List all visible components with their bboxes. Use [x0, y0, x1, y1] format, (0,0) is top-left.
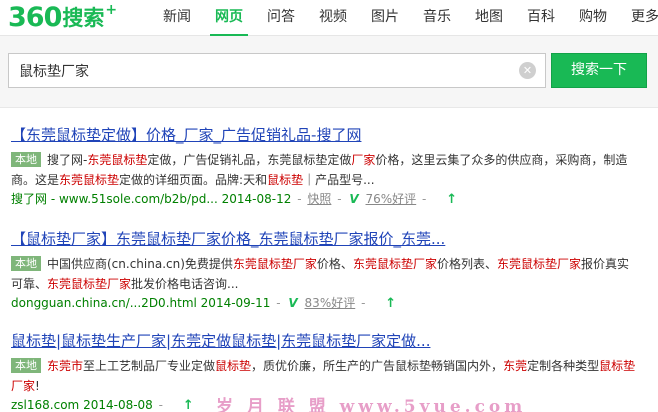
text-fragment: !: [35, 379, 40, 393]
result-date: 2014-09-11: [200, 296, 271, 310]
keyword-highlight: 厂家: [351, 153, 376, 167]
tab-5[interactable]: 音乐: [411, 0, 463, 36]
result-url-tail[interactable]: 168.com: [27, 398, 79, 412]
meta-separator: -: [422, 192, 427, 206]
local-badge: 本地: [11, 256, 41, 271]
result-meta: dongguan.china.cn/...2D0.html 2014-09-11…: [11, 294, 640, 313]
result-url[interactable]: 搜了网 - www.51sole.com/b2b/pd...: [11, 192, 218, 206]
text-fragment: 东莞鼠标垫定做: [26, 126, 132, 144]
text-fragment: 】价格_厂家_广告促销礼品-搜了网: [131, 126, 362, 144]
search-box: ✕: [8, 53, 546, 88]
result-url[interactable]: zsl: [11, 398, 27, 412]
result-meta: 搜了网 - www.51sole.com/b2b/pd... 2014-08-1…: [11, 190, 640, 209]
keyword-highlight: 东莞鼠标垫厂家: [47, 277, 132, 291]
snapshot-link[interactable]: 快照: [307, 192, 331, 206]
text-fragment: ，质优价廉，所生产的广告鼠标垫畅销国内外，: [251, 359, 504, 373]
result-title-link[interactable]: 【东莞鼠标垫定做】价格_厂家_广告促销礼品-搜了网: [11, 124, 640, 146]
text-fragment: 价格列表、: [436, 257, 497, 271]
tab-3[interactable]: 视频: [307, 0, 359, 36]
snippet-text: 搜了网-东莞鼠标垫定做，广告促销礼品，东莞鼠标垫定做厂家价格，这里云集了众多的供…: [11, 153, 627, 187]
tab-8[interactable]: 购物: [567, 0, 619, 36]
text-fragment: 【: [11, 126, 27, 144]
result-snippet: 本地 中国供应商(cn.china.cn)免费提供东莞鼠标垫厂家价格、东莞鼠标垫厂…: [11, 254, 640, 294]
keyword-highlight: 东莞市: [47, 359, 84, 373]
meta-separator: -: [361, 296, 366, 310]
tab-0[interactable]: 新闻: [151, 0, 203, 36]
text-fragment: 【鼠标垫厂家】东莞鼠标垫厂家价格_东莞鼠标垫厂家报价_东莞...: [11, 230, 446, 248]
search-bar-area: ✕ 搜索一下: [0, 36, 658, 108]
tab-1[interactable]: 网页: [203, 0, 255, 37]
result-snippet: 本地 东莞市至上工艺制品厂专业定做鼠标垫，质优价廉，所生产的广告鼠标垫畅销国内外，…: [11, 356, 640, 396]
result-date: 2014-08-12: [221, 192, 292, 206]
text-fragment: 搜了网-: [47, 153, 88, 167]
keyword-highlight: 东莞: [503, 359, 528, 373]
text-fragment: 批发价格电话咨询...: [131, 277, 239, 291]
tab-6[interactable]: 地图: [463, 0, 515, 36]
clear-icon[interactable]: ✕: [519, 62, 536, 79]
search-button[interactable]: 搜索一下: [551, 53, 647, 88]
text-fragment: 定做的详细页面。品牌:天和: [119, 173, 268, 187]
upvote-arrow-icon[interactable]: ↑: [385, 295, 396, 313]
keyword-highlight: 鼠标垫: [215, 359, 252, 373]
tab-4[interactable]: 图片: [359, 0, 411, 36]
top-navigation-bar: 360 搜索 + 新闻 网页 问答 视频 图片 音乐 地图 百科 购物 更多: [0, 0, 658, 37]
upvote-arrow-icon[interactable]: ↑: [183, 397, 194, 412]
result-title-link[interactable]: 鼠标垫|鼠标垫生产厂家|东莞定做鼠标垫|东莞鼠标垫厂家定做...: [11, 330, 640, 352]
keyword-highlight: 东莞鼠标垫: [87, 153, 148, 167]
text-fragment: ｜产品型号...: [303, 173, 375, 187]
logo-brand: 360: [8, 2, 62, 33]
local-badge: 本地: [11, 152, 41, 167]
search-input[interactable]: [9, 54, 509, 87]
rating-link[interactable]: 76%好评: [366, 192, 417, 206]
logo-plus-icon: +: [105, 2, 118, 18]
text-fragment: 至上工艺制品厂专业定做: [83, 359, 216, 373]
verified-v-icon: V: [349, 192, 359, 206]
tab-2[interactable]: 问答: [255, 0, 307, 36]
local-badge: 本地: [11, 358, 41, 373]
text-fragment: 定制各种类型: [527, 359, 600, 373]
result-date: 2014-08-08: [83, 398, 153, 412]
text-fragment: 定做，广告促销礼品，东莞鼠标垫定做: [147, 153, 352, 167]
result-snippet: 本地 搜了网-东莞鼠标垫定做，广告促销礼品，东莞鼠标垫定做厂家价格，这里云集了众多…: [11, 150, 640, 190]
logo-360-search[interactable]: 360 搜索 +: [8, 3, 117, 33]
verified-v-icon: V: [288, 296, 298, 310]
keyword-highlight: 东莞鼠标垫厂家: [496, 257, 581, 271]
keyword-highlight: 东莞鼠标垫: [59, 173, 120, 187]
tab-7[interactable]: 百科: [515, 0, 567, 36]
snippet-text: 东莞市至上工艺制品厂专业定做鼠标垫，质优价廉，所生产的广告鼠标垫畅销国内外，东莞…: [11, 359, 635, 393]
vertical-tabs: 新闻 网页 问答 视频 图片 音乐 地图 百科 购物 更多: [151, 0, 658, 37]
rating-link[interactable]: 83%好评: [305, 296, 356, 310]
logo-name: 搜索: [62, 6, 105, 30]
result-item: 【东莞鼠标垫定做】价格_厂家_广告促销礼品-搜了网 本地 搜了网-东莞鼠标垫定做，…: [0, 124, 640, 209]
snippet-text: 中国供应商(cn.china.cn)免费提供东莞鼠标垫厂家价格、东莞鼠标垫厂家价…: [11, 257, 629, 291]
meta-separator: -: [297, 192, 302, 206]
meta-separator: -: [158, 398, 163, 412]
result-url[interactable]: dongguan.china.cn/...2D0.html: [11, 296, 197, 310]
meta-separator: -: [276, 296, 281, 310]
text-fragment: 价格、: [316, 257, 353, 271]
tab-9[interactable]: 更多: [619, 0, 658, 36]
keyword-highlight: 东莞鼠标垫厂家: [232, 257, 317, 271]
keyword-highlight: 东莞鼠标垫厂家: [352, 257, 437, 271]
result-item: 【鼠标垫厂家】东莞鼠标垫厂家价格_东莞鼠标垫厂家报价_东莞... 本地 中国供应商…: [0, 228, 640, 313]
result-title-link[interactable]: 【鼠标垫厂家】东莞鼠标垫厂家价格_东莞鼠标垫厂家报价_东莞...: [11, 228, 640, 250]
watermark: 岁 月 联 盟 www.5yue.com: [216, 397, 527, 412]
text-fragment: 中国供应商(cn.china.cn)免费提供: [47, 257, 233, 271]
upvote-arrow-icon[interactable]: ↑: [446, 191, 457, 209]
text-fragment: 鼠标垫|鼠标垫生产厂家|东莞定做鼠标垫|东莞鼠标垫厂家定做...: [11, 332, 431, 350]
keyword-highlight: 鼠标垫: [267, 173, 304, 187]
meta-separator: -: [337, 192, 342, 206]
